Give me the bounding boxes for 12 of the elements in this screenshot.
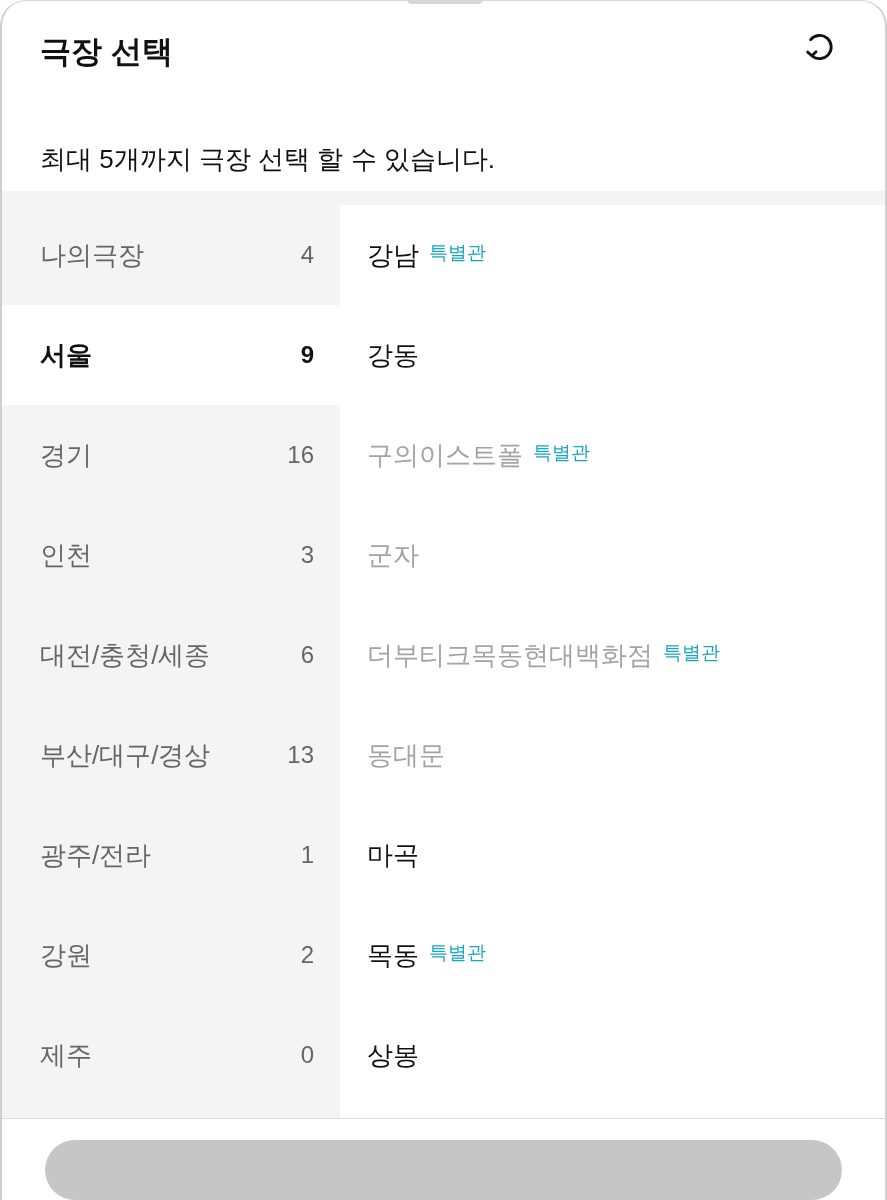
theater-name[interactable]: 강동 xyxy=(367,337,419,373)
special-hall-label: 특별관 xyxy=(429,941,486,965)
selection-notice: 최대 5개까지 극장 선택 할 수 있습니다. xyxy=(40,143,497,176)
theater-name[interactable]: 상봉 xyxy=(367,1037,419,1073)
theater-name[interactable]: 강남 xyxy=(367,237,419,273)
special-hall-label: 특별관 xyxy=(429,241,486,265)
special-hall-label: 특별관 xyxy=(663,641,720,665)
sheet-title: 극장 선택 xyxy=(40,33,173,71)
theater-name[interactable]: 마곡 xyxy=(367,837,419,873)
theater-name[interactable]: 목동 xyxy=(367,937,419,973)
special-hall-label: 특별관 xyxy=(533,441,590,465)
region-item[interactable]: 서울 9 xyxy=(2,305,340,405)
